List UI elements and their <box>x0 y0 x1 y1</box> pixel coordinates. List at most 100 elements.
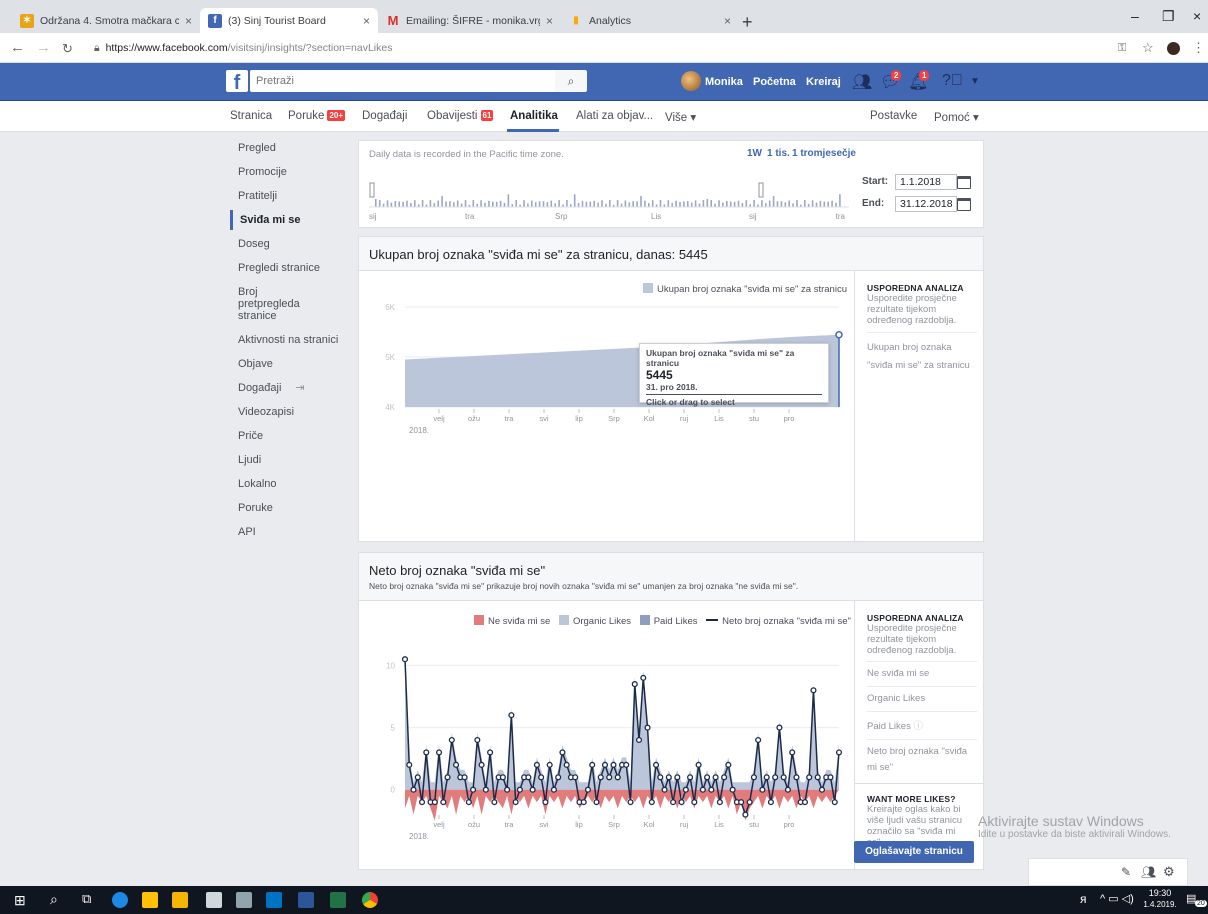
tray-icons[interactable]: ^ ▭ ◁) <box>1100 892 1134 905</box>
sidebar-item-pregledi-stranice[interactable]: Pregledi stranice <box>230 262 350 274</box>
avatar[interactable] <box>681 71 701 91</box>
excel-icon[interactable] <box>330 892 346 908</box>
tab-alati[interactable]: Alati za objav... <box>576 110 653 122</box>
chrome-icon[interactable] <box>362 892 378 908</box>
timeline-scrubber[interactable]: sij tra Srp Lis sij tra <box>369 171 849 221</box>
range-1t-link[interactable]: 1 tis. <box>767 148 790 159</box>
help-icon[interactable]: ?⃝ <box>942 72 963 90</box>
sidebar-item-aktivnosti[interactable]: Aktivnosti na stranici <box>230 334 350 346</box>
minimize-icon[interactable]: – <box>1131 8 1139 24</box>
close-tab-icon[interactable]: × <box>363 14 370 28</box>
sidebar-item-api[interactable]: API <box>230 526 350 538</box>
facebook-logo-icon[interactable]: f <box>226 70 248 92</box>
key-icon[interactable]: ⚿ <box>1118 42 1126 55</box>
people-icon[interactable]: 👥︎ <box>1141 865 1156 879</box>
sidebar-item-pretpregledi[interactable]: Broj pretpregleda stranice <box>230 286 330 322</box>
browser-tab-smotra[interactable]: ✶ Održana 4. Smotra mačkara cetin × <box>12 8 200 33</box>
clock-time[interactable]: 19:30 <box>1145 888 1175 898</box>
bookmark-star-icon[interactable]: ☆ <box>1142 40 1154 56</box>
comparison-row-unlikes[interactable]: Ne sviđa mi se <box>867 661 977 686</box>
end-date-field[interactable]: 31.12.2018 <box>895 196 957 212</box>
app-icon[interactable] <box>206 892 222 908</box>
poruke-badge: 20+ <box>327 110 346 121</box>
task-view-icon[interactable]: ⧉ <box>82 891 91 907</box>
range-quarter-link[interactable]: 1 tromjesečje <box>792 148 856 159</box>
close-window-icon[interactable]: × <box>1193 8 1201 24</box>
net-likes-point <box>529 786 536 793</box>
new-tab-icon[interactable]: + <box>742 12 753 33</box>
net-likes-point <box>665 774 672 781</box>
tab-pomoc[interactable]: Pomoć ▾ <box>934 110 979 124</box>
calendar-icon[interactable] <box>957 198 971 211</box>
net-likes-point <box>789 749 796 756</box>
outlook-icon[interactable] <box>266 892 282 908</box>
search-input[interactable] <box>250 70 555 92</box>
maximize-icon[interactable]: ❐ <box>1162 8 1175 25</box>
sidebar-item-ljudi[interactable]: Ljudi <box>230 454 350 466</box>
tab-postavke[interactable]: Postavke <box>870 110 917 122</box>
browser-tab-email[interactable]: M Emailing: ŠIFRE - monika.vrgoch@ × <box>378 8 561 33</box>
promote-page-button[interactable]: Oglašavajte stranicu <box>854 841 974 863</box>
sidebar-item-objave[interactable]: Objave <box>230 358 350 370</box>
sidebar-item-svida-mi-se[interactable]: Sviđa mi se <box>230 210 350 230</box>
range-handle-right[interactable] <box>758 182 764 198</box>
net-likes-point <box>474 736 481 744</box>
edge-browser-icon[interactable] <box>112 892 128 908</box>
menu-dots-icon[interactable]: ⋮ <box>1192 40 1205 56</box>
settings-gear-icon[interactable]: ⚙ <box>1163 864 1175 880</box>
search-icon[interactable]: ⌕ <box>50 891 58 908</box>
sidebar-item-price[interactable]: Priče <box>230 430 350 442</box>
app-icon[interactable] <box>236 892 252 908</box>
sidebar-item-dogadaji[interactable]: Događaji ⇥ <box>230 382 350 394</box>
user-name-link[interactable]: Monika <box>705 76 743 88</box>
tab-analitika[interactable]: Analitika <box>510 110 558 122</box>
sidebar-item-doseg[interactable]: Doseg <box>230 238 350 250</box>
forward-icon[interactable]: → <box>36 39 51 56</box>
range-handle-left[interactable] <box>369 182 375 198</box>
back-icon[interactable]: ← <box>10 39 25 56</box>
tab-vise[interactable]: Više ▾ <box>665 110 696 124</box>
reload-icon[interactable]: ↻ <box>62 41 73 57</box>
range-1w-link[interactable]: 1W <box>747 148 762 159</box>
comparison-row-organic[interactable]: Organic Likes <box>867 686 977 711</box>
address-bar[interactable]: 🔒︎ https://www.facebook.com/visitsinj/ins… <box>94 42 392 55</box>
sidebar-item-promocije[interactable]: Promocije <box>230 166 350 178</box>
comparison-row-paid[interactable]: Paid Likes ⓘ <box>867 711 977 739</box>
tab-stranica[interactable]: Stranica <box>230 110 272 122</box>
sidebar-item-pratitelji[interactable]: Pratitelji <box>230 190 350 202</box>
calendar-icon[interactable] <box>957 176 971 189</box>
comparison-row-net[interactable]: Neto broj oznaka "sviđa mi se" <box>867 739 977 783</box>
browser-tab-analytics[interactable]: ▮ Analytics × <box>561 8 739 33</box>
clock-date[interactable]: 1.4.2019. <box>1138 900 1182 909</box>
create-link[interactable]: Kreiraj <box>806 76 841 88</box>
account-menu-icon[interactable]: ▼ <box>970 76 980 87</box>
start-date-field[interactable]: 1.1.2018 <box>895 174 957 190</box>
close-tab-icon[interactable]: × <box>724 14 731 28</box>
profile-avatar-icon[interactable] <box>1167 42 1180 55</box>
comparison-row[interactable]: Ukupan broj oznaka "sviđa mi se" za stra… <box>867 332 977 382</box>
info-icon[interactable]: ⓘ <box>913 721 923 732</box>
tab-obavijesti[interactable]: Obavijesti 61 <box>427 110 494 122</box>
sidebar-item-lokalno[interactable]: Lokalno <box>230 478 350 490</box>
sparkline-bar <box>499 200 502 207</box>
compose-icon[interactable]: ✎ <box>1121 865 1131 879</box>
sparkline-bar <box>378 200 381 207</box>
close-tab-icon[interactable]: × <box>185 14 192 28</box>
file-explorer-icon[interactable] <box>142 892 158 908</box>
store-icon[interactable] <box>172 892 188 908</box>
people-tray-icon[interactable]: ᴙ <box>1080 892 1087 906</box>
net-likes-chart[interactable]: 10 5 0 velj ožu tra svi lip Srp Kol ruj Lis stu pro 20… <box>367 647 853 847</box>
tab-poruke[interactable]: Poruke 20+ <box>288 110 346 122</box>
sidebar-item-poruke[interactable]: Poruke <box>230 502 350 514</box>
search-icon[interactable]: ⌕ <box>555 70 587 92</box>
home-link[interactable]: Početna <box>753 76 796 88</box>
browser-tab-sinj[interactable]: f (3) Sinj Tourist Board × <box>200 8 378 33</box>
close-tab-icon[interactable]: × <box>546 14 553 28</box>
tab-dogadaji[interactable]: Događaji <box>362 110 407 122</box>
net-likes-point <box>406 761 413 768</box>
sidebar-item-videozapisi[interactable]: Videozapisi <box>230 406 350 418</box>
friend-requests-icon[interactable]: 👥︎ <box>852 72 872 92</box>
sidebar-item-pregled[interactable]: Pregled <box>230 142 350 154</box>
windows-start-icon[interactable]: ⊞ <box>14 892 26 909</box>
word-icon[interactable] <box>298 892 314 908</box>
